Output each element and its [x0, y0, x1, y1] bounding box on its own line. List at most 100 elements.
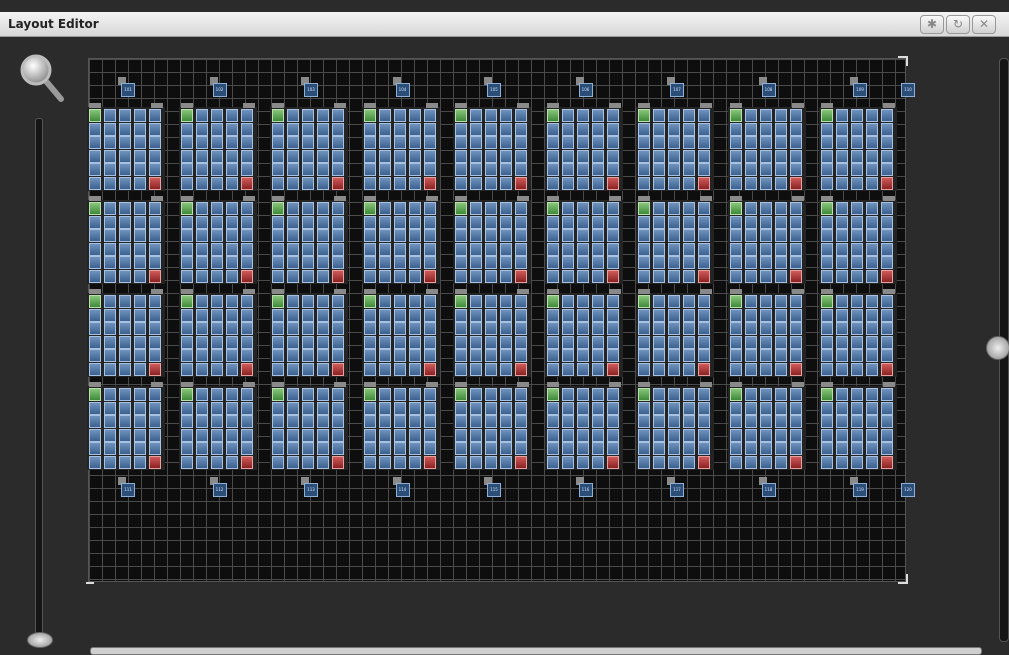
fixture-cell[interactable] — [653, 363, 665, 376]
fixture-cell[interactable] — [89, 215, 101, 229]
fixture-cell[interactable] — [500, 109, 512, 122]
fixture-cell[interactable] — [180, 456, 193, 469]
fixture-cell[interactable] — [851, 122, 863, 136]
fixture-cell[interactable] — [332, 270, 344, 283]
fixture-cell[interactable] — [546, 363, 559, 376]
fixture-cell[interactable] — [240, 163, 253, 177]
fixture-cell[interactable] — [515, 270, 527, 283]
fixture-cell[interactable] — [317, 202, 329, 215]
fixture-cell[interactable] — [393, 322, 406, 336]
fixture-cell[interactable] — [821, 322, 833, 336]
fixture-cell[interactable] — [272, 401, 284, 415]
fixture-cell[interactable] — [515, 202, 527, 215]
fixture-cell[interactable] — [774, 136, 787, 150]
fixture-cell[interactable] — [180, 415, 193, 429]
fixture-cell[interactable] — [866, 388, 878, 401]
fixture-cell[interactable] — [638, 415, 650, 429]
fixture-cell[interactable] — [866, 242, 878, 256]
fixture-cell[interactable] — [455, 229, 467, 243]
fixture-block[interactable] — [87, 196, 165, 284]
fixture-cell[interactable] — [789, 270, 802, 283]
fixture-cell[interactable] — [821, 401, 833, 415]
fixture-block[interactable] — [270, 382, 348, 470]
fixture-cell[interactable] — [744, 308, 757, 322]
fixture-cell[interactable] — [423, 149, 436, 163]
fixture-cell[interactable] — [683, 322, 695, 336]
magnifier-icon[interactable] — [17, 52, 67, 104]
fixture-cell[interactable] — [866, 349, 878, 363]
fixture-cell[interactable] — [561, 442, 574, 456]
fixture-cell[interactable] — [591, 456, 604, 469]
fixture-cell[interactable] — [302, 270, 314, 283]
fixture-cell[interactable] — [317, 363, 329, 376]
fixture-cell[interactable] — [774, 163, 787, 177]
group-marker[interactable]: 116 — [578, 483, 593, 497]
fixture-cell[interactable] — [881, 163, 893, 177]
fixture-cell[interactable] — [332, 363, 344, 376]
fixture-cell[interactable] — [408, 415, 421, 429]
fixture-cell[interactable] — [774, 295, 787, 308]
fixture-cell[interactable] — [759, 442, 772, 456]
fixture-cell[interactable] — [195, 442, 208, 456]
fixture-cell[interactable] — [378, 122, 391, 136]
fixture-cell[interactable] — [455, 401, 467, 415]
fixture-cell[interactable] — [393, 388, 406, 401]
fixture-cell[interactable] — [134, 456, 146, 469]
fixture-cell[interactable] — [423, 322, 436, 336]
fixture-cell[interactable] — [561, 401, 574, 415]
fixture-cell[interactable] — [668, 202, 680, 215]
fixture-cell[interactable] — [653, 136, 665, 150]
fixture-cell[interactable] — [821, 149, 833, 163]
fixture-cell[interactable] — [606, 335, 619, 349]
fixture-cell[interactable] — [149, 202, 161, 215]
fixture-cell[interactable] — [408, 363, 421, 376]
fixture-cell[interactable] — [774, 122, 787, 136]
fixture-cell[interactable] — [881, 256, 893, 270]
fixture-cell[interactable] — [546, 428, 559, 442]
fixture-cell[interactable] — [729, 202, 742, 215]
fixture-cell[interactable] — [225, 295, 238, 308]
fixture-cell[interactable] — [683, 401, 695, 415]
fixture-cell[interactable] — [638, 335, 650, 349]
fixture-cell[interactable] — [729, 215, 742, 229]
fixture-cell[interactable] — [195, 456, 208, 469]
fixture-cell[interactable] — [317, 109, 329, 122]
fixture-cell[interactable] — [423, 242, 436, 256]
fixture-cell[interactable] — [195, 109, 208, 122]
fixture-cell[interactable] — [698, 415, 710, 429]
fixture-cell[interactable] — [332, 149, 344, 163]
fixture-cell[interactable] — [272, 388, 284, 401]
fixture-cell[interactable] — [668, 136, 680, 150]
fixture-cell[interactable] — [89, 270, 101, 283]
fixture-cell[interactable] — [515, 349, 527, 363]
fixture-cell[interactable] — [729, 122, 742, 136]
fixture-cell[interactable] — [332, 335, 344, 349]
fixture-cell[interactable] — [866, 229, 878, 243]
fixture-cell[interactable] — [287, 415, 299, 429]
fixture-cell[interactable] — [638, 256, 650, 270]
fixture-cell[interactable] — [789, 295, 802, 308]
fixture-cell[interactable] — [89, 177, 101, 190]
fixture-cell[interactable] — [470, 163, 482, 177]
fixture-cell[interactable] — [272, 363, 284, 376]
fixture-cell[interactable] — [485, 122, 497, 136]
fixture-cell[interactable] — [836, 163, 848, 177]
fixture-cell[interactable] — [89, 122, 101, 136]
fixture-cell[interactable] — [866, 363, 878, 376]
fixture-cell[interactable] — [287, 136, 299, 150]
fixture-cell[interactable] — [500, 335, 512, 349]
fixture-cell[interactable] — [393, 177, 406, 190]
fixture-cell[interactable] — [455, 349, 467, 363]
fixture-cell[interactable] — [378, 349, 391, 363]
fixture-cell[interactable] — [393, 149, 406, 163]
fixture-cell[interactable] — [455, 388, 467, 401]
fixture-cell[interactable] — [485, 335, 497, 349]
fixture-cell[interactable] — [515, 256, 527, 270]
fixture-cell[interactable] — [287, 177, 299, 190]
fixture-cell[interactable] — [408, 308, 421, 322]
fixture-cell[interactable] — [378, 401, 391, 415]
fixture-cell[interactable] — [789, 401, 802, 415]
fixture-cell[interactable] — [393, 428, 406, 442]
fixture-cell[interactable] — [683, 215, 695, 229]
fixture-cell[interactable] — [119, 149, 131, 163]
